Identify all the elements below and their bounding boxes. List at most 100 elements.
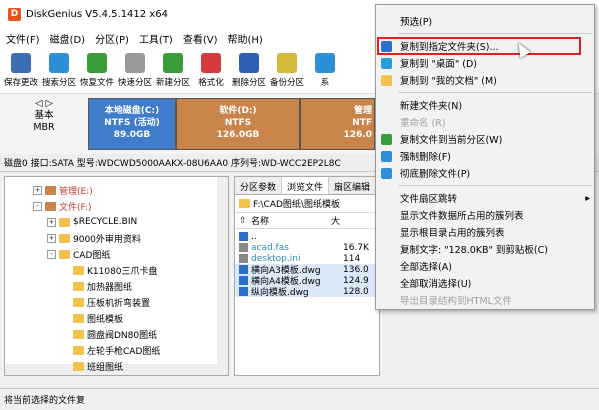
tree-item[interactable]: + 管理(E:) (33, 183, 93, 197)
file-name: 纵向模板.dwg (251, 288, 309, 298)
context-menu-item[interactable]: 复制文件到当前分区(W) (376, 131, 596, 147)
toolbar-icon (201, 53, 221, 73)
column-header: ⇧ 名称 大 (235, 213, 379, 229)
menu-separator (398, 185, 592, 186)
tree-item-label: CAD图纸 (73, 250, 111, 261)
toolbar-icon (125, 53, 145, 73)
col-size[interactable]: 大 (331, 214, 340, 227)
file-row[interactable]: 纵向模板.dwg 128.0 (235, 286, 381, 298)
file-size: 114 (343, 253, 361, 264)
toolbar-button-2[interactable]: 恢复文件 (78, 48, 116, 94)
disk-info-text: 磁盘0 接口:SATA 型号:WDCWD5000AAKX-08U6AA0 序列号… (4, 159, 341, 169)
toolbar-button-6[interactable]: 删除分区 (230, 48, 268, 94)
tree-item-label: 图纸模板 (87, 314, 124, 325)
toolbar-label: 快速分区 (117, 78, 152, 88)
toolbar-label: 保存更改 (3, 78, 38, 88)
toolbar-button-7[interactable]: 备份分区 (268, 48, 306, 94)
tab-browse-files[interactable]: 浏览文件 (282, 177, 330, 194)
file-browser-panel: 分区参数 浏览文件 扇区编辑 F:\CAD图纸\图纸模板 ⇧ 名称 大 .. ac… (234, 176, 381, 376)
menu-view[interactable]: 查看(V) (183, 31, 218, 46)
collapse-icon[interactable]: - (47, 249, 56, 259)
folder-icon (239, 199, 250, 208)
toolbar-label: 新建分区 (155, 78, 190, 88)
app-title: DiskGenius V5.4.5.1412 x64 (26, 8, 168, 20)
tree-item[interactable]: 图纸模板 (61, 311, 123, 325)
context-menu-item[interactable]: 预选(P) (376, 13, 596, 29)
partition-e[interactable]: 管理 NTF 126.0 (300, 98, 375, 150)
menu-item-label: 显示根目录占用的簇列表 (400, 228, 505, 239)
up-arrow-icon[interactable]: ⇧ (239, 216, 251, 226)
tab-partition-params[interactable]: 分区参数 (235, 177, 283, 194)
toolbar-label: 删除分区 (231, 78, 266, 88)
tree-item[interactable]: 左轮手枪CAD图纸 (61, 343, 160, 357)
file-icon (239, 276, 248, 285)
menu-help[interactable]: 帮助(H) (228, 31, 263, 46)
tree-item[interactable]: 加热器图纸 (61, 279, 132, 293)
context-menu-item[interactable]: 显示文件数据所占用的簇列表 (376, 207, 596, 223)
expand-icon[interactable]: + (47, 217, 56, 227)
toolbar-icon (315, 53, 335, 73)
partition-fs: NTF (352, 118, 372, 128)
menu-file[interactable]: 文件(F) (6, 31, 40, 46)
context-menu-item[interactable]: 显示根目录占用的簇列表 (376, 224, 596, 240)
menu-disk[interactable]: 磁盘(D) (50, 31, 86, 46)
tree-vscrollbar[interactable] (217, 177, 228, 375)
menu-item-label: 显示文件数据所占用的簇列表 (400, 211, 524, 222)
tree-item[interactable]: - CAD图纸 (47, 247, 110, 261)
context-menu-item[interactable]: 彻底删除文件(P) (376, 165, 596, 181)
context-menu-item[interactable]: 新建文件夹(N) (376, 97, 596, 113)
col-name[interactable]: 名称 (251, 214, 331, 227)
partition-name: 管理 (353, 106, 372, 116)
toolbar-label: 系 (320, 78, 330, 88)
toolbar-label: 备份分区 (269, 78, 304, 88)
context-menu-item[interactable]: 强制删除(F) (376, 148, 596, 164)
tree-item[interactable]: 圆盘阀DN80图纸 (61, 327, 157, 341)
expand-icon[interactable]: + (33, 185, 42, 195)
toolbar-button-0[interactable]: 保存更改 (2, 48, 40, 94)
partition-name: 软件(D:) (219, 106, 257, 116)
disk-nav-arrows[interactable]: ◁ ▷ (4, 98, 84, 110)
toolbar-icon (11, 53, 31, 73)
context-menu-item[interactable]: 全部选择(A) (376, 258, 596, 274)
menu-item-label: 导出目录结构到HTML文件 (400, 296, 512, 307)
app-icon: D (8, 7, 21, 21)
menu-item-icon (381, 58, 392, 69)
tab-sector-edit[interactable]: 扇区编辑 (329, 177, 377, 194)
context-menu-item[interactable]: 全部取消选择(U) (376, 275, 596, 291)
tree-item[interactable]: 压板机折弯装置 (61, 295, 150, 309)
toolbar-button-3[interactable]: 快速分区 (116, 48, 154, 94)
tree-item[interactable]: K11080三爪卡盘 (61, 263, 158, 277)
tree-item[interactable]: 班组图纸 (61, 359, 123, 373)
expand-icon[interactable]: + (47, 233, 56, 243)
toolbar-icon (163, 53, 183, 73)
menu-item-label: 全部选择(A) (400, 262, 452, 273)
context-menu-item[interactable]: 复制文字: "128.0KB" 到剪贴板(C) (376, 241, 596, 257)
file-icon (239, 287, 248, 296)
partition-c[interactable]: 本地磁盘(C:) NTFS (活动) 89.0GB (88, 98, 176, 150)
partition-d[interactable]: 软件(D:) NTFS 126.0GB (176, 98, 300, 150)
menu-partition[interactable]: 分区(P) (95, 31, 129, 46)
menu-item-icon (381, 75, 392, 86)
folder-icon (73, 329, 84, 339)
menu-item-icon (381, 168, 392, 179)
file-icon (239, 243, 248, 252)
tree-item[interactable]: +9000外审用资料 (47, 231, 141, 245)
menu-tools[interactable]: 工具(T) (139, 31, 173, 46)
tree-item-label: 班组图纸 (87, 362, 124, 373)
collapse-icon[interactable]: - (33, 201, 42, 211)
toolbar-button-8[interactable]: 系 (306, 48, 344, 94)
context-menu-item[interactable]: 复制到 "桌面" (D) (376, 55, 596, 71)
toolbar-icon (277, 53, 297, 73)
tree-item[interactable]: + $RECYCLE.BIN (47, 215, 137, 229)
context-menu-item[interactable]: 文件扇区跳转 ▸ (376, 190, 596, 206)
context-menu-item[interactable]: 复制到 "我的文档" (M) (376, 72, 596, 88)
toolbar-button-4[interactable]: 新建分区 (154, 48, 192, 94)
menu-item-label: 新建文件夹(N) (400, 101, 463, 112)
tree-item-label: 9000外审用资料 (73, 234, 141, 245)
file-row[interactable]: acad.fas 16.7K (235, 242, 381, 253)
file-row[interactable]: .. (235, 231, 381, 242)
file-size: 16.7K (343, 242, 369, 253)
toolbar-button-5[interactable]: 格式化 (192, 48, 230, 94)
tree-item[interactable]: - 文件(F:) (33, 199, 92, 213)
toolbar-button-1[interactable]: 搜索分区 (40, 48, 78, 94)
